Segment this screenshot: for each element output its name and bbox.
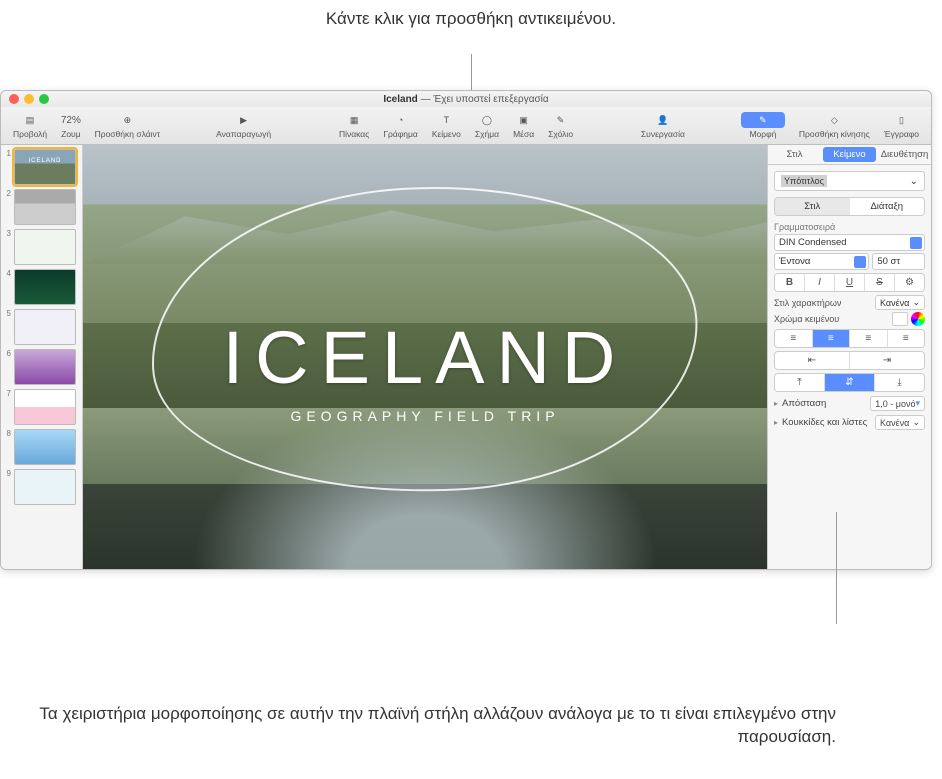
format-inspector: Στιλ Κείμενο Διευθέτηση Υπότιτλος ⌄ Στιλ… bbox=[767, 145, 931, 569]
play-icon: ▶ bbox=[235, 112, 253, 128]
collaborate-button[interactable]: 👤 Συνεργασία bbox=[635, 110, 691, 141]
inspector-tabs: Στιλ Κείμενο Διευθέτηση bbox=[768, 145, 931, 165]
play-button[interactable]: ▶ Αναπαραγωγή bbox=[210, 110, 277, 141]
outdent-button[interactable]: ⇤ bbox=[775, 352, 850, 369]
underline-button[interactable]: U bbox=[835, 274, 865, 291]
zoom-button[interactable]: 72% Ζουμ bbox=[55, 110, 86, 141]
slide-navigator[interactable]: 1 2 3 4 5 6 7 8 9 bbox=[1, 145, 83, 569]
document-icon: ▯ bbox=[892, 112, 910, 128]
advanced-gear[interactable]: ⚙ bbox=[895, 274, 924, 291]
align-justify-button[interactable]: ≡ bbox=[888, 330, 925, 347]
view-icon: ▤ bbox=[21, 112, 39, 128]
align-right-button[interactable]: ≡ bbox=[850, 330, 888, 347]
document-button[interactable]: ▯ Έγγραφο bbox=[878, 110, 925, 141]
spacing-select[interactable]: 1,0 - μονό▾ bbox=[870, 396, 925, 411]
table-button[interactable]: ▦ Πίνακας bbox=[333, 110, 375, 141]
align-center-button[interactable]: ≡ bbox=[813, 330, 851, 347]
document-title: Iceland — Έχει υποστεί επεξεργασία bbox=[1, 94, 931, 105]
chevron-down-icon: ⌄ bbox=[910, 176, 918, 187]
font-family-select[interactable]: DIN Condensed bbox=[774, 234, 925, 251]
align-middle-button[interactable]: ⇵ bbox=[825, 374, 875, 391]
zoom-value: 72% bbox=[62, 112, 80, 128]
subtab-style[interactable]: Στιλ bbox=[775, 198, 850, 215]
text-color-swatch[interactable] bbox=[892, 312, 908, 326]
add-slide-button[interactable]: ⊕ Προσθήκη σλάιντ bbox=[89, 110, 167, 141]
format-button[interactable]: ✎ Μορφή bbox=[735, 110, 791, 141]
bullets-disclosure[interactable]: Κουκκίδες και λίστες Κανένα⌄ bbox=[774, 415, 925, 430]
align-top-button[interactable]: ⤒ bbox=[775, 374, 825, 391]
indent-row: ⇤ ⇥ bbox=[774, 351, 925, 370]
collaborate-icon: 👤 bbox=[654, 112, 672, 128]
animate-icon: ◇ bbox=[825, 112, 843, 128]
font-style-row: B I U S ⚙ bbox=[774, 273, 925, 292]
v-align-row: ⤒ ⇵ ⤓ bbox=[774, 373, 925, 392]
table-icon: ▦ bbox=[345, 112, 363, 128]
italic-button[interactable]: I bbox=[805, 274, 835, 291]
char-style-select[interactable]: Κανένα⌄ bbox=[875, 295, 925, 310]
slide-subtitle[interactable]: GEOGRAPHY FIELD TRIP bbox=[290, 408, 559, 424]
align-left-button[interactable]: ≡ bbox=[775, 330, 813, 347]
thumbnail[interactable]: 9 bbox=[3, 469, 80, 505]
font-section-label: Γραμματοσειρά bbox=[774, 222, 925, 232]
char-style-label: Στιλ χαρακτήρων bbox=[774, 298, 872, 308]
media-icon: ▣ bbox=[515, 112, 533, 128]
text-color-label: Χρώμα κειμένου bbox=[774, 314, 889, 324]
callout-line bbox=[471, 54, 472, 90]
callout-bottom: Τα χειριστήρια μορφοποίησης σε αυτήν την… bbox=[0, 703, 836, 749]
color-picker-icon[interactable] bbox=[911, 312, 925, 326]
app-window: Iceland — Έχει υποστεί επεξεργασία ▤ Προ… bbox=[0, 90, 932, 570]
chart-button[interactable]: ◔ Γράφημα bbox=[377, 110, 423, 141]
tab-style[interactable]: Στιλ bbox=[768, 145, 821, 164]
comment-icon: ✎ bbox=[552, 112, 570, 128]
paragraph-style-select[interactable]: Υπότιτλος ⌄ bbox=[774, 171, 925, 191]
font-size-stepper[interactable]: 50 στ bbox=[872, 253, 925, 270]
thumbnail[interactable]: 1 bbox=[3, 149, 80, 185]
tab-arrange[interactable]: Διευθέτηση bbox=[878, 145, 931, 164]
thumbnail[interactable]: 8 bbox=[3, 429, 80, 465]
add-slide-icon: ⊕ bbox=[118, 112, 136, 128]
thumbnail[interactable]: 5 bbox=[3, 309, 80, 345]
titlebar: Iceland — Έχει υποστεί επεξεργασία bbox=[1, 91, 931, 107]
align-bottom-button[interactable]: ⤓ bbox=[875, 374, 924, 391]
thumbnail[interactable]: 7 bbox=[3, 389, 80, 425]
animate-button[interactable]: ◇ Προσθήκη κίνησης bbox=[793, 110, 876, 141]
text-subtabs: Στιλ Διάταξη bbox=[774, 197, 925, 216]
thumbnail[interactable]: 4 bbox=[3, 269, 80, 305]
subtab-layout[interactable]: Διάταξη bbox=[850, 198, 925, 215]
comment-button[interactable]: ✎ Σχόλιο bbox=[542, 110, 579, 141]
tab-text[interactable]: Κείμενο bbox=[823, 147, 876, 162]
strike-button[interactable]: S bbox=[865, 274, 895, 291]
callout-line bbox=[836, 512, 837, 624]
media-button[interactable]: ▣ Μέσα bbox=[507, 110, 540, 141]
slide-title[interactable]: ICELAND bbox=[223, 315, 628, 400]
view-button[interactable]: ▤ Προβολή bbox=[7, 110, 53, 141]
indent-button[interactable]: ⇥ bbox=[850, 352, 924, 369]
shape-button[interactable]: ◯ Σχήμα bbox=[469, 110, 505, 141]
text-button[interactable]: T Κείμενο bbox=[426, 110, 467, 141]
spacing-disclosure[interactable]: Απόσταση 1,0 - μονό▾ bbox=[774, 396, 925, 411]
h-align-row: ≡ ≡ ≡ ≡ bbox=[774, 329, 925, 348]
thumbnail[interactable]: 2 bbox=[3, 189, 80, 225]
shape-icon: ◯ bbox=[478, 112, 496, 128]
chart-icon: ◔ bbox=[392, 112, 410, 128]
thumbnail[interactable]: 6 bbox=[3, 349, 80, 385]
toolbar: ▤ Προβολή 72% Ζουμ ⊕ Προσθήκη σλάιντ ▶ Α… bbox=[1, 107, 931, 145]
font-weight-select[interactable]: Έντονα bbox=[774, 253, 869, 270]
thumbnail[interactable]: 3 bbox=[3, 229, 80, 265]
format-icon: ✎ bbox=[741, 112, 785, 128]
slide-canvas[interactable]: ICELAND GEOGRAPHY FIELD TRIP bbox=[83, 145, 767, 569]
text-icon: T bbox=[437, 112, 455, 128]
bold-button[interactable]: B bbox=[775, 274, 805, 291]
callout-top: Κάντε κλικ για προσθήκη αντικειμένου. bbox=[326, 8, 616, 31]
bullets-select[interactable]: Κανένα⌄ bbox=[875, 415, 925, 430]
